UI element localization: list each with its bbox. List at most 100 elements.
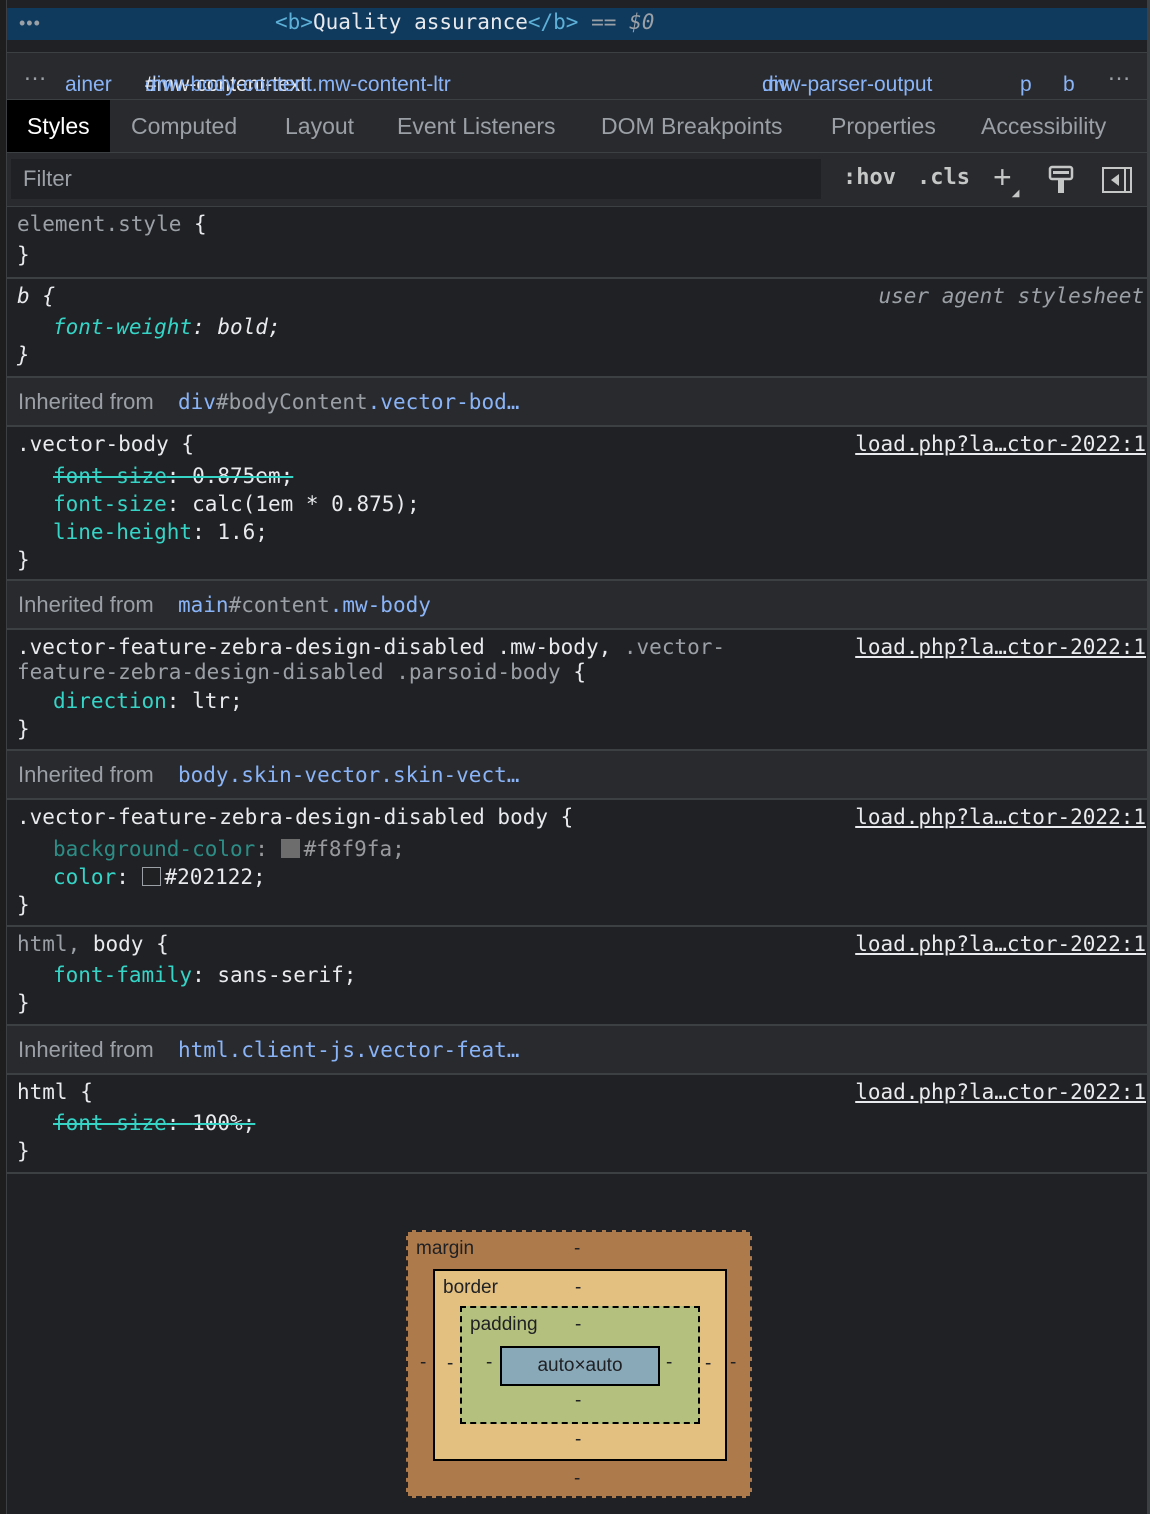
- declaration[interactable]: line-height: 1.6;: [53, 520, 268, 544]
- rule-selector[interactable]: html, body {: [17, 932, 169, 956]
- open-brace: {: [80, 1080, 93, 1104]
- close-brace: }: [17, 893, 30, 917]
- selected-dom-node[interactable]: ••• <b>Quality assurance</b> == $0: [7, 0, 1150, 50]
- property-name: color: [53, 865, 117, 889]
- inherited-header: Inherited from html.client-js.vector-fea…: [7, 1026, 1150, 1075]
- open-brace: {: [560, 805, 574, 829]
- margin-left-value[interactable]: -: [420, 1352, 426, 1374]
- rule-source-link[interactable]: load.php?la…ctor-2022:1: [855, 932, 1146, 956]
- padding-right-value[interactable]: -: [666, 1352, 672, 1374]
- rule-source: user agent stylesheet: [878, 284, 1144, 308]
- rule-selector[interactable]: b {: [17, 284, 55, 308]
- declaration-inactive[interactable]: background-color: #f8f9fa;: [53, 837, 405, 861]
- selector-text: body: [92, 932, 144, 956]
- rule-selector[interactable]: .vector-feature-zebra-design-disabled .m…: [17, 635, 725, 659]
- selector-text-dim: .vector-: [623, 635, 726, 659]
- color-swatch[interactable]: [280, 839, 300, 858]
- rule-html-body: html, body { load.php?la…ctor-2022:1 fon…: [7, 927, 1150, 1026]
- rule-b: b { user agent stylesheet font-weight: b…: [7, 279, 1150, 378]
- property-name: font-size: [53, 492, 167, 516]
- crumb-class: .mw-parser-output: [762, 73, 933, 96]
- inherited-link[interactable]: body.skin-vector.skin-vect…: [178, 763, 519, 787]
- padding-left-value[interactable]: -: [486, 1352, 492, 1374]
- cls-button[interactable]: .cls: [917, 165, 970, 190]
- ref-id: #content: [228, 593, 330, 617]
- tab-layout[interactable]: Layout: [265, 100, 374, 152]
- ref-element: main: [178, 593, 229, 617]
- styles-toolbar: Filter :hov .cls +◢: [7, 153, 1150, 207]
- border-top-value[interactable]: -: [575, 1277, 581, 1299]
- ref-element: html: [178, 1038, 229, 1062]
- rule-source-link[interactable]: load.php?la…ctor-2022:1: [855, 1080, 1146, 1104]
- tab-accessibility[interactable]: Accessibility: [961, 100, 1126, 152]
- rule-vector-body: .vector-body { load.php?la…ctor-2022:1 f…: [7, 427, 1150, 581]
- declaration-overridden[interactable]: font-size: 100%;: [53, 1111, 255, 1135]
- box-model-content[interactable]: auto×auto: [500, 1346, 660, 1386]
- margin-right-value[interactable]: -: [730, 1352, 736, 1374]
- toggle-sidebar-icon[interactable]: [1101, 166, 1133, 199]
- breadcrumb-scroll-right-icon[interactable]: …: [1107, 59, 1131, 87]
- tab-dom-breakpoints[interactable]: DOM Breakpoints: [581, 100, 803, 152]
- declaration[interactable]: direction: ltr;: [53, 689, 243, 713]
- box-model-panel: margin - - - - border - - - - padding - …: [7, 1174, 1150, 1514]
- property-name: font-family: [53, 963, 193, 987]
- ref-id: #bodyContent: [215, 390, 368, 414]
- inherited-link[interactable]: main#content.mw-body: [178, 593, 431, 617]
- selector-text: .vector-feature-zebra-design-disabled .m…: [17, 635, 612, 659]
- rule-source-link[interactable]: load.php?la…ctor-2022:1: [855, 635, 1146, 659]
- property-name: direction: [53, 689, 167, 713]
- inherited-link[interactable]: div#bodyContent.vector-bod…: [178, 390, 519, 414]
- rule-zebra-mw-body: .vector-feature-zebra-design-disabled .m…: [7, 630, 1150, 751]
- ref-class: .mw-body: [329, 593, 431, 617]
- padding-top-value[interactable]: -: [575, 1314, 581, 1336]
- selector-text: html: [17, 1080, 68, 1104]
- tab-event-listeners[interactable]: Event Listeners: [377, 100, 576, 152]
- padding-bottom-value[interactable]: -: [575, 1390, 581, 1412]
- rule-selector-cont[interactable]: feature-zebra-design-disabled .parsoid-b…: [17, 660, 586, 684]
- breadcrumb-scroll-left-icon[interactable]: …: [23, 59, 47, 87]
- border-right-value[interactable]: -: [705, 1353, 711, 1375]
- hov-button[interactable]: :hov: [843, 165, 896, 190]
- tab-computed[interactable]: Computed: [111, 100, 257, 152]
- ref-element: div: [178, 390, 216, 414]
- rule-selector[interactable]: element.style {: [17, 212, 207, 236]
- close-brace: }: [17, 991, 30, 1015]
- dom-ellipsis-icon[interactable]: •••: [19, 13, 41, 34]
- rule-selector[interactable]: html {: [17, 1080, 93, 1104]
- tab-properties[interactable]: Properties: [811, 100, 956, 152]
- margin-bottom-value[interactable]: -: [574, 1468, 580, 1490]
- box-model-padding[interactable]: padding - - - - auto×auto: [460, 1306, 700, 1424]
- declaration[interactable]: font-family: sans-serif;: [53, 963, 356, 987]
- declaration[interactable]: color: #202122;: [53, 865, 266, 889]
- property-value: 100%;: [192, 1111, 256, 1135]
- border-bottom-value[interactable]: -: [575, 1429, 581, 1451]
- declaration[interactable]: font-weight: bold;: [53, 315, 281, 339]
- color-swatch[interactable]: [141, 867, 161, 886]
- box-model-margin[interactable]: margin - - - - border - - - - padding - …: [406, 1230, 752, 1498]
- rule-source-link[interactable]: load.php?la…ctor-2022:1: [855, 805, 1146, 829]
- ref-class: .skin-vector.skin-vect…: [228, 763, 520, 787]
- close-brace: }: [17, 343, 30, 367]
- rule-source-link[interactable]: load.php?la…ctor-2022:1: [855, 432, 1146, 456]
- paint-format-icon[interactable]: [1047, 165, 1075, 200]
- filter-input[interactable]: Filter: [11, 159, 821, 199]
- border-left-value[interactable]: -: [447, 1353, 453, 1375]
- close-brace: }: [17, 1139, 30, 1163]
- declaration-overridden[interactable]: font-size: 0.875em;: [53, 464, 293, 488]
- property-value: #f8f9fa;: [303, 837, 405, 861]
- inherited-label: Inherited from: [18, 592, 154, 617]
- declaration[interactable]: font-size: calc(1em * 0.875);: [53, 492, 420, 516]
- inherited-link[interactable]: html.client-js.vector-feat…: [178, 1038, 519, 1062]
- plus-icon[interactable]: +◢: [993, 159, 1019, 199]
- console-ref: $0: [629, 10, 655, 34]
- selector-text: element.style: [17, 212, 182, 236]
- tab-styles[interactable]: Styles: [7, 100, 110, 152]
- rule-selector[interactable]: .vector-body {: [17, 432, 194, 456]
- property-value: #202122;: [164, 865, 266, 889]
- close-tag: </b>: [527, 10, 579, 34]
- property-name: line-height: [53, 520, 193, 544]
- selector-text: .vector-body: [17, 432, 169, 456]
- rule-selector[interactable]: .vector-feature-zebra-design-disabled bo…: [17, 805, 573, 829]
- margin-top-value[interactable]: -: [574, 1238, 580, 1260]
- box-model-border[interactable]: border - - - - padding - - - - auto×auto: [433, 1269, 727, 1461]
